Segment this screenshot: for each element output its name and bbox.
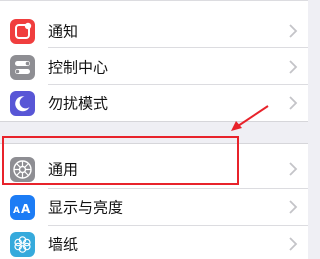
settings-row-label: 勿扰模式: [48, 94, 109, 112]
chevron-right-icon: [289, 59, 298, 74]
chevron-right-icon: [289, 199, 298, 214]
svg-text:A: A: [13, 206, 20, 216]
control-center-icon: [10, 54, 35, 80]
display-brightness-icon: A A: [10, 194, 35, 220]
chevron-right-icon: [289, 95, 298, 110]
settings-row-control-center[interactable]: 控制中心: [0, 48, 308, 85]
svg-text:A: A: [21, 202, 31, 216]
chevron-right-icon: [289, 23, 298, 38]
settings-row-wallpaper[interactable]: 墙纸: [0, 225, 308, 259]
settings-row-notifications[interactable]: 通知: [0, 12, 308, 49]
settings-row-label: 控制中心: [48, 58, 109, 76]
settings-page: 通知 控制中心 勿扰模式 通用 A A 显示与亮度 墙纸: [0, 0, 308, 259]
settings-row-display-brightness[interactable]: A A 显示与亮度: [0, 188, 308, 225]
do-not-disturb-icon: [10, 90, 35, 116]
settings-row-do-not-disturb[interactable]: 勿扰模式: [0, 84, 308, 121]
settings-group-1: 通知 控制中心 勿扰模式: [0, 0, 308, 122]
settings-row-label: 显示与亮度: [48, 198, 124, 216]
divider: [0, 0, 308, 1]
chevron-right-icon: [289, 161, 298, 176]
notifications-icon: [10, 18, 35, 44]
wallpaper-icon: [10, 231, 35, 257]
chevron-right-icon: [289, 236, 298, 251]
settings-row-label: 墙纸: [48, 235, 79, 253]
settings-row-label: 通知: [48, 22, 79, 40]
highlight-box: [2, 136, 239, 185]
